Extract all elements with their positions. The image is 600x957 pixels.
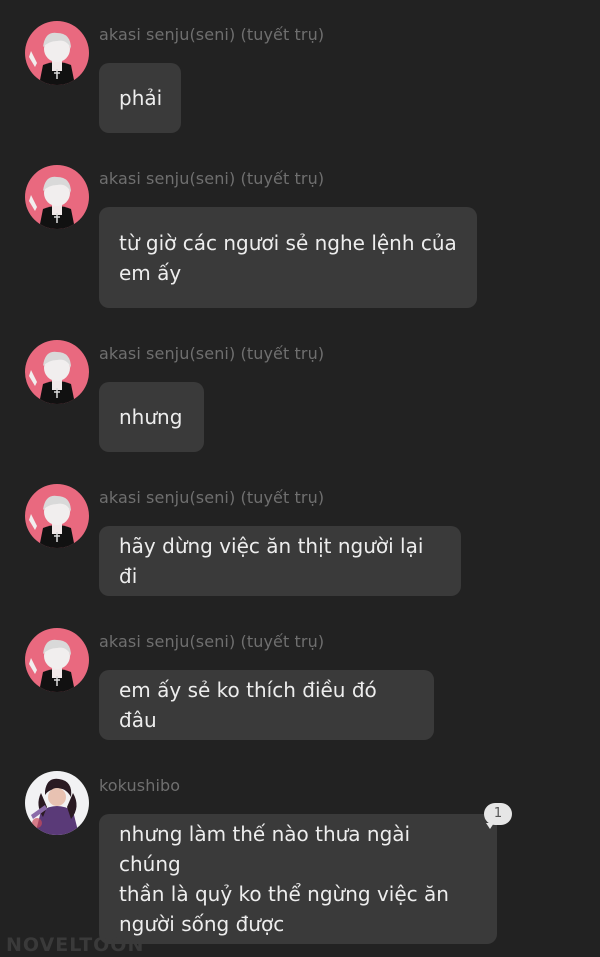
akasi-avatar[interactable] — [25, 340, 89, 404]
message-text-line: từ giờ các ngươi sẻ nghe lệnh của — [119, 230, 457, 255]
sender-name: akasi senju(seni) (tuyết trụ) — [99, 632, 325, 651]
sender-name: akasi senju(seni) (tuyết trụ) — [99, 344, 325, 363]
message-bubble[interactable]: nhưng — [99, 382, 204, 452]
message-text: hãy dừng việc ăn thịt người lại đi — [119, 534, 424, 588]
message-bubble[interactable]: hãy dừng việc ăn thịt người lại đi — [99, 526, 461, 596]
akasi-avatar[interactable] — [25, 21, 89, 85]
message-text: nhưng — [119, 405, 183, 429]
akasi-avatar[interactable] — [25, 484, 89, 548]
akasi-avatar[interactable] — [25, 165, 89, 229]
comment-count-badge[interactable]: 1 — [484, 803, 512, 829]
message-bubble[interactable]: phải — [99, 63, 181, 133]
message-text: phải — [119, 86, 163, 110]
chat-thread: akasi senju(seni) (tuyết trụ) phải akasi… — [0, 0, 600, 957]
message-text: em ấy sẻ ko thích điều đó đâu — [119, 678, 377, 732]
message-text-line: người sống được — [119, 912, 285, 936]
message-text-line: nhưng làm thế nào thưa ngài chúng — [119, 822, 411, 876]
message-bubble[interactable]: từ giờ các ngươi sẻ nghe lệnh của em ấy — [99, 207, 477, 308]
message-text-line: thần là quỷ ko thể ngừng việc ăn — [119, 882, 449, 906]
sender-name: kokushibo — [99, 776, 181, 795]
sender-name: akasi senju(seni) (tuyết trụ) — [99, 169, 325, 188]
watermark: NOVELTOON — [6, 934, 145, 956]
message-text-line: em ấy — [119, 260, 182, 285]
sender-name: akasi senju(seni) (tuyết trụ) — [99, 25, 325, 44]
kokushibo-avatar[interactable] — [25, 771, 89, 835]
sender-name: akasi senju(seni) (tuyết trụ) — [99, 488, 325, 507]
message-bubble[interactable]: em ấy sẻ ko thích điều đó đâu — [99, 670, 434, 740]
message-bubble[interactable]: nhưng làm thế nào thưa ngài chúng thần l… — [99, 814, 497, 944]
akasi-avatar[interactable] — [25, 628, 89, 692]
